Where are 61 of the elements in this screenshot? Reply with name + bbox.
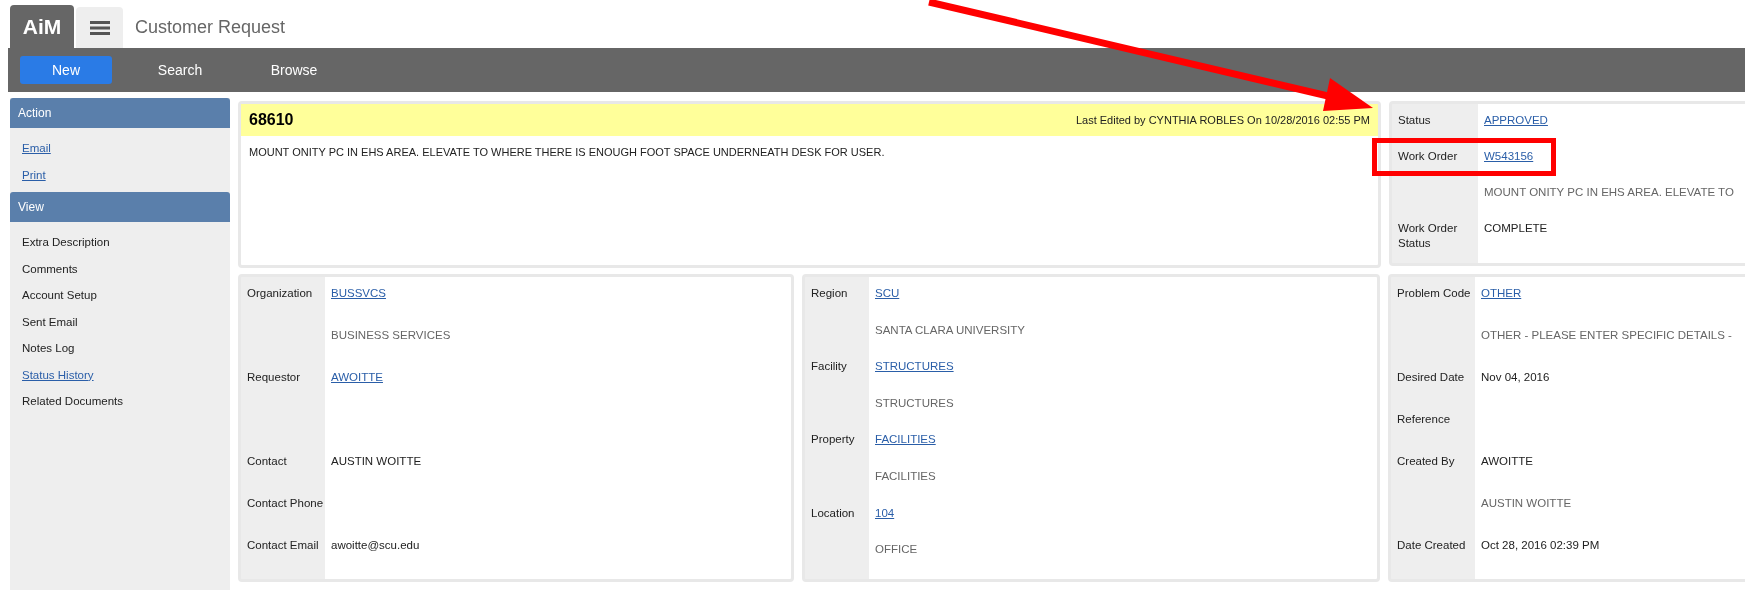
sidebar-item[interactable]: Status History [22, 361, 94, 388]
field-label: Created By [1397, 455, 1455, 467]
field-link[interactable]: 104 [875, 506, 895, 519]
field-label: Date Created [1397, 539, 1466, 551]
field-label: Contact Email [247, 539, 319, 551]
sidebar-item[interactable]: Extra Description [22, 229, 110, 256]
field-description: OTHER - PLEASE ENTER SPECIFIC DETAILS - [1481, 329, 1732, 341]
sidebar-section-header: View [10, 192, 230, 222]
sidebar-item[interactable]: Notes Log [22, 335, 75, 362]
field-value: AWOITTE [1481, 455, 1533, 467]
field-description: FACILITIES [875, 469, 936, 482]
field-link[interactable]: SCU [875, 287, 900, 299]
field-link[interactable]: OTHER [1481, 287, 1522, 299]
field-label: Requestor [247, 371, 301, 383]
field-value: awoitte@scu.edu [331, 539, 420, 551]
record-description: MOUNT ONITY PC IN EHS AREA. ELEVATE TO WHERE THERE IS ENOUGH FOOT SPACE UNDERNEATH DESK FOR USER. [248, 145, 886, 160]
field-link[interactable]: STRUCTURES [875, 360, 954, 373]
nav-button[interactable]: Search [134, 56, 226, 84]
field-link[interactable]: APPROVED [1484, 114, 1548, 126]
sidebar-item[interactable]: Print [22, 161, 46, 188]
field-label: Desired Date [1397, 371, 1465, 383]
field-value: COMPLETE [1484, 222, 1548, 234]
field-description: OFFICE [875, 543, 918, 556]
field-label: Problem Code [1397, 287, 1471, 299]
record-number: 68610 [249, 111, 294, 129]
field-label: Status [1398, 114, 1431, 126]
nav-button[interactable]: New [20, 56, 112, 84]
field-label: Facility [811, 360, 847, 373]
sidebar-item[interactable]: Sent Email [22, 308, 78, 335]
field-link[interactable]: BUSSVCS [331, 287, 386, 299]
field-label: Work Order Status [1398, 222, 1458, 249]
field-description: STRUCTURES [875, 396, 954, 409]
field-label: Region [811, 287, 848, 299]
field-link[interactable]: W543156 [1484, 150, 1534, 162]
field-description: SANTA CLARA UNIVERSITY [875, 323, 1025, 336]
field-label: Organization [247, 287, 313, 299]
last-edited-text: Last Edited by CYNTHIA ROBLES On 10/28/2016 02:55 PM [1075, 114, 1370, 126]
field-link[interactable]: AWOITTE [331, 371, 383, 383]
field-label: Contact Phone [247, 497, 324, 509]
field-label: Reference [1397, 413, 1451, 425]
sidebar-section-header: Action [10, 98, 230, 128]
field-label: Location [811, 506, 855, 519]
sidebar-item[interactable]: Account Setup [22, 282, 97, 309]
field-value: AUSTIN WOITTE [331, 455, 422, 467]
field-value: Nov 04, 2016 [1481, 371, 1550, 383]
app-logo[interactable]: AiM [10, 5, 74, 48]
field-description: AUSTIN WOITTE [1481, 497, 1572, 509]
sidebar-item[interactable]: Related Documents [22, 388, 123, 415]
field-label: Contact [247, 455, 287, 467]
sidebar-item[interactable]: Comments [22, 255, 78, 282]
menu-button[interactable] [76, 7, 123, 48]
field-description: BUSINESS SERVICES [331, 329, 451, 341]
field-description: MOUNT ONITY PC IN EHS AREA. ELEVATE TO [1484, 186, 1734, 198]
field-value: Oct 28, 2016 02:39 PM [1481, 539, 1600, 551]
menu-icon [89, 20, 110, 35]
field-label: Property [811, 433, 855, 446]
field-link[interactable]: FACILITIES [875, 433, 936, 446]
field-label: Work Order [1398, 150, 1458, 162]
page-title: Customer Request [135, 17, 286, 38]
nav-button[interactable]: Browse [248, 56, 340, 84]
sidebar-item[interactable]: Email [22, 135, 51, 162]
